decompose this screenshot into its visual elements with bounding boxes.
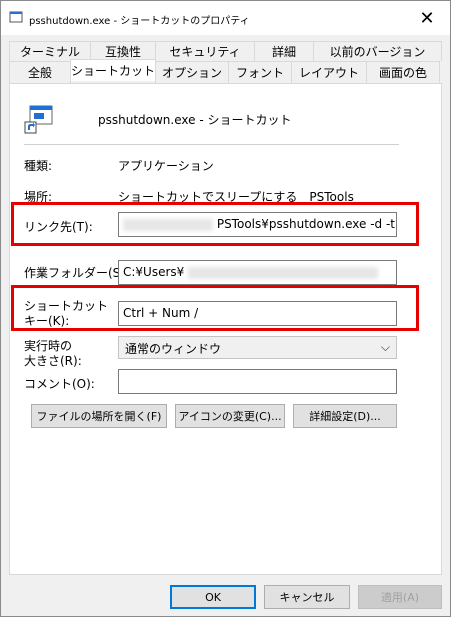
- tab-row-top: ターミナル 互換性 セキュリティ 詳細 以前のバージョン: [9, 41, 442, 61]
- tab-options[interactable]: オプション: [155, 61, 229, 83]
- comment-label: コメント(O):: [24, 377, 95, 391]
- close-icon: ✕: [419, 7, 435, 29]
- apply-button[interactable]: 適用(A): [358, 585, 442, 609]
- tab-compatibility[interactable]: 互換性: [90, 41, 156, 61]
- ok-button[interactable]: OK: [170, 585, 256, 609]
- close-button[interactable]: ✕: [404, 1, 450, 35]
- redacted-path: [188, 266, 379, 279]
- window-title: psshutdown.exe - ショートカットのプロパティ: [29, 16, 250, 27]
- title-bar: psshutdown.exe - ショートカットのプロパティ ✕: [1, 1, 450, 35]
- properties-dialog: psshutdown.exe - ショートカットのプロパティ ✕ ターミナル 互…: [0, 0, 451, 617]
- tab-terminal[interactable]: ターミナル: [9, 41, 91, 61]
- workdir-input[interactable]: C:¥Users¥: [118, 260, 397, 285]
- change-icon-button[interactable]: アイコンの変更(C)...: [175, 404, 285, 428]
- run-size-select[interactable]: 通常のウィンドウ ⌵: [118, 336, 397, 359]
- type-label: 種類:: [24, 159, 53, 173]
- console-app-icon: [9, 11, 23, 23]
- target-highlight-box: [11, 202, 419, 246]
- comment-input[interactable]: [118, 369, 397, 394]
- open-file-location-button[interactable]: ファイルの場所を開く(F): [31, 404, 167, 428]
- tab-previous-versions[interactable]: 以前のバージョン: [313, 41, 442, 61]
- tab-security[interactable]: セキュリティ: [155, 41, 255, 61]
- tab-details[interactable]: 詳細: [254, 41, 314, 61]
- workdir-label: 作業フォルダー(S):: [24, 266, 130, 280]
- shortcut-tab-panel: psshutdown.exe - ショートカット 種類: アプリケーション 場所…: [9, 83, 442, 575]
- advanced-settings-button[interactable]: 詳細設定(D)...: [293, 404, 397, 428]
- cancel-button[interactable]: キャンセル: [264, 585, 350, 609]
- tab-general[interactable]: 全般: [9, 61, 71, 83]
- run-size-label-line2: 大きさ(R):: [24, 354, 82, 368]
- type-value: アプリケーション: [118, 159, 214, 173]
- chevron-down-icon: ⌵: [380, 340, 390, 354]
- hotkey-highlight-box: [11, 285, 419, 331]
- tab-shortcut[interactable]: ショートカット: [70, 59, 156, 81]
- tab-row-bottom: 全般 ショートカット オプション フォント レイアウト 画面の色: [9, 59, 442, 83]
- shortcut-app-icon: [24, 105, 53, 134]
- header-divider: [24, 144, 399, 145]
- tab-layout[interactable]: レイアウト: [291, 61, 367, 83]
- shortcut-name: psshutdown.exe - ショートカット: [98, 113, 292, 127]
- tab-font[interactable]: フォント: [228, 61, 292, 83]
- tab-screen-colors[interactable]: 画面の色: [366, 61, 440, 83]
